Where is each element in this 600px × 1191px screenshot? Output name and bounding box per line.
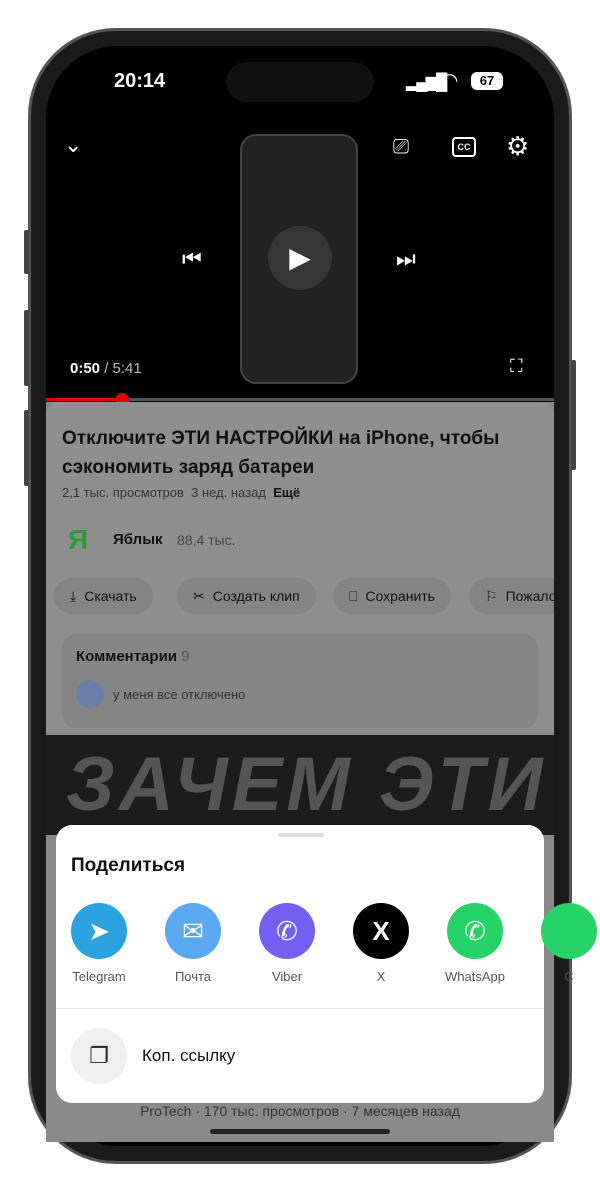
signal-icon: ▂▄▆█ [406,74,447,91]
next-video-meta: ProTech · 170 тыс. просмотров · 7 месяце… [140,1103,460,1119]
whatsapp-icon: ✆ [447,903,503,959]
bookmark-icon: ⎕ [349,587,358,604]
battery-indicator: 67 [471,72,503,90]
more-link[interactable]: Ещё [273,485,300,500]
share-app-whatsapp[interactable]: ✆ WhatsApp [435,903,515,984]
share-app-почта[interactable]: ✉ Почта [153,903,233,984]
fullscreen-icon[interactable]: ⛶ [510,356,523,377]
почта-icon: ✉ [165,903,221,959]
sheet-drag-handle[interactable] [278,833,324,837]
current-time: 0:50 [70,360,101,377]
share-sheet: Поделиться ➤ Telegram ✉ Почта ✆ Viber X X ✆ Whats… [56,825,597,1103]
divider [56,1008,544,1009]
settings-gear-icon[interactable]: ⚙ [506,131,529,162]
share-app-x[interactable]: XX [341,903,421,984]
download-button[interactable]: ⤓ Скачать [54,578,153,614]
flag-icon: ⚐ [485,587,498,604]
x-icon: X [353,903,409,959]
viber-icon: ✆ [259,903,315,959]
minimize-chevron-icon[interactable]: ⌄ [64,132,82,158]
save-button[interactable]: ⎕ Сохранить [333,578,451,614]
power-button [571,360,576,470]
channel-logo[interactable]: Я [68,524,88,556]
comments-count: 9 [181,648,190,665]
create-clip-button[interactable]: ✂ Создать клип [177,578,316,614]
play-button[interactable]: ▶ [268,226,332,290]
share-app-telegram[interactable]: ➤ Telegram [59,903,139,984]
previous-icon[interactable]: ⏮ [182,246,202,272]
scissors-icon: ✂ [193,587,205,604]
captions-icon[interactable]: CC [452,137,476,157]
duration: / 5:41 [104,360,142,377]
volume-down-button [24,410,29,486]
share-app-viber[interactable]: ✆ Viber [247,903,327,984]
share-app-с[interactable]: С [529,903,600,984]
top-comment: у меня все отключено [113,687,246,702]
share-title: Поделиться [71,855,186,876]
commenter-avatar [76,680,104,708]
channel-name[interactable]: Яблык [113,531,163,548]
report-button[interactable]: ⚐ Пожало [469,578,554,614]
action-button [24,230,29,274]
subscriber-count: 88,4 тыс. [177,532,236,548]
volume-up-button [24,310,29,386]
cast-icon[interactable]: ⎚ [393,136,409,159]
с-icon [541,903,597,959]
telegram-icon: ➤ [71,903,127,959]
dynamic-island [226,62,374,102]
video-meta: 2,1 тыс. просмотров 3 нед. назад Ещё [62,485,301,500]
comments-label: Комментарии [76,648,178,665]
copy-icon[interactable]: ❐ [71,1028,127,1084]
download-icon: ⤓ [70,587,77,604]
video-title: Отключите ЭТИ НАСТРОЙКИ на iPhone, чтобы… [62,428,500,478]
next-video-thumbnail[interactable]: ЗАЧЕМ ЭТИ ? [46,735,554,835]
next-icon[interactable]: ⏭ [396,246,416,272]
copy-link-button[interactable]: Коп. ссылку [142,1046,235,1066]
wifi-icon: ◠ [442,70,458,92]
home-indicator [210,1129,390,1134]
status-time: 20:14 [114,70,166,92]
